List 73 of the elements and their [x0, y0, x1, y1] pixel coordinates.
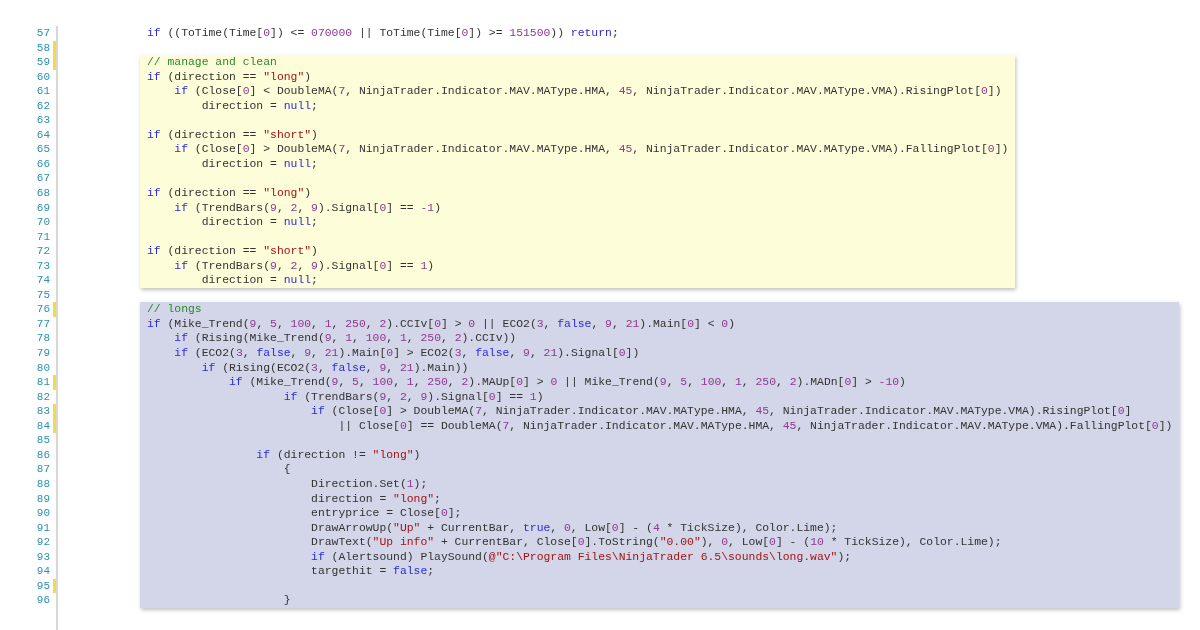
code-line: } [282, 594, 291, 607]
code-line: if (Mike_Trend(9, 5, 100, 1, 250, 2).CCIv[0] > 0 || ECO2(3, false, 9, 21).Main[0] < 0) [147, 317, 736, 330]
line-number: 81 [36, 375, 50, 390]
line-number: 65 [36, 142, 50, 157]
line-number: 66 [36, 156, 50, 172]
code-line: if (Close[0] < DoubleMA(7, NinjaTrader.Indicator.MAV.MAType.HMA, 45, NinjaTrader.Indicator.MAV.MAType.VMA).RisingPlot[0]) [173, 85, 1002, 98]
line-number: 84 [36, 418, 50, 434]
line-number: 61 [36, 84, 50, 99]
line-number: 74 [36, 273, 50, 288]
line-number: 88 [36, 476, 50, 492]
line-number: 60 [36, 69, 50, 85]
line-number: 80 [36, 360, 50, 376]
line-number: 93 [36, 549, 50, 565]
line-number: 62 [36, 98, 50, 114]
line-number: 94 [36, 564, 50, 579]
line-number: 91 [36, 520, 50, 536]
code-line: if ((ToTime(Time[0]) <= 070000 || ToTime(Time[0]) >= 151500)) return; [147, 27, 619, 39]
line-number: 95 [36, 578, 50, 594]
line-number: 82 [36, 389, 50, 405]
line-number: 63 [36, 113, 50, 128]
line-number: 83 [36, 404, 50, 419]
code-line: || Close[0] == DoubleMA(7, NinjaTrader.Indicator.MAV.MAType.HMA, 45, NinjaTrader.Indicator.MAV.MAType.VMA).FallingPlot[0]) [337, 419, 1173, 432]
code-line: { [282, 463, 291, 476]
code-line: if (TrendBars(9, 2, 9).Signal[0] == 1) [282, 390, 544, 403]
code-line: direction = null; [200, 99, 318, 112]
line-number: 96 [36, 593, 50, 608]
line-number: 70 [36, 215, 50, 230]
code-line: entryprice = Close[0]; [310, 507, 462, 520]
code-line: if (direction == "long") [147, 70, 312, 83]
code-line: if (Alertsound) PlaySound(@"C:\Program Files\NinjaTrader 6.5\sounds\long.wav"); [310, 550, 852, 563]
code-line: // longs [147, 303, 202, 316]
code-line: direction = null; [200, 274, 318, 287]
line-number: 64 [36, 127, 50, 143]
code-line: if (ECO2(3, false, 9, 21).Main[0] > ECO2(3, false, 9, 21).Signal[0]) [173, 347, 640, 360]
code-line: if (Rising(Mike_Trend(9, 1, 100, 1, 250, 2).CCIv)) [173, 332, 517, 345]
code-line: Direction.Set(1); [310, 477, 428, 490]
code-line: direction = "long"; [310, 492, 441, 505]
line-number: 75 [36, 287, 50, 303]
code-line: if (TrendBars(9, 2, 9).Signal[0] == 1) [173, 259, 435, 272]
line-number: 85 [36, 433, 50, 448]
code-line: targethit = false; [310, 565, 435, 578]
code-line: if (Mike_Trend(9, 5, 100, 1, 250, 2).MAUp[0] > 0 || Mike_Trend(9, 5, 100, 1, 250, 2).MADn[0] > -10) [228, 376, 906, 389]
line-number: 71 [36, 229, 50, 245]
code-line: if (direction == "short") [147, 128, 318, 141]
line-number: 78 [36, 331, 50, 347]
line-number: 69 [36, 200, 50, 216]
code-line: if (Rising(ECO2(3, false, 9, 21).Main)) [200, 361, 469, 374]
line-number: 59 [36, 55, 50, 70]
line-number: 79 [36, 346, 50, 361]
line-number: 87 [36, 462, 50, 477]
line-number: 68 [36, 186, 50, 201]
code-line: DrawArrowUp("Up" + CurrentBar, true, 0, Low[0] - (4 * TickSize), Color.Lime); [310, 521, 838, 534]
code-line: // manage and clean [147, 56, 277, 69]
code-line: DrawText("Up info" + CurrentBar, Close[0].ToString("0.00"), 0, Low[0] - (10 * TickSize), Color.Lime); [310, 536, 1002, 549]
code-line: direction = null; [200, 157, 318, 170]
line-number: 92 [36, 535, 50, 550]
code-line: direction = null; [200, 216, 318, 229]
line-number: 77 [36, 316, 50, 332]
code-line: if (direction == "short") [147, 245, 318, 258]
code-line: if (TrendBars(9, 2, 9).Signal[0] == -1) [173, 201, 441, 214]
line-number: 73 [36, 258, 50, 274]
code-line: if (direction == "long") [147, 187, 312, 199]
line-number: 89 [36, 491, 50, 507]
line-number: 58 [36, 40, 50, 56]
line-number: 76 [36, 302, 50, 317]
line-number: 72 [36, 244, 50, 259]
line-number: 90 [36, 506, 50, 521]
code-line: if (Close[0] > DoubleMA(7, NinjaTrader.Indicator.MAV.MAType.HMA, 45, NinjaTrader.Indicator.MAV.MAType.VMA).FallingPlot[0]) [173, 143, 1009, 156]
code-line: if (Close[0] > DoubleMA(7, NinjaTrader.Indicator.MAV.MAType.HMA, 45, NinjaTrader.Indicator.MAV.MAType.VMA).RisingPlot[0] [310, 405, 1132, 418]
line-number: 67 [36, 171, 50, 186]
line-number: 86 [36, 447, 50, 463]
line-number: 57 [36, 26, 50, 41]
code-line: if (direction != "long") [255, 448, 421, 461]
